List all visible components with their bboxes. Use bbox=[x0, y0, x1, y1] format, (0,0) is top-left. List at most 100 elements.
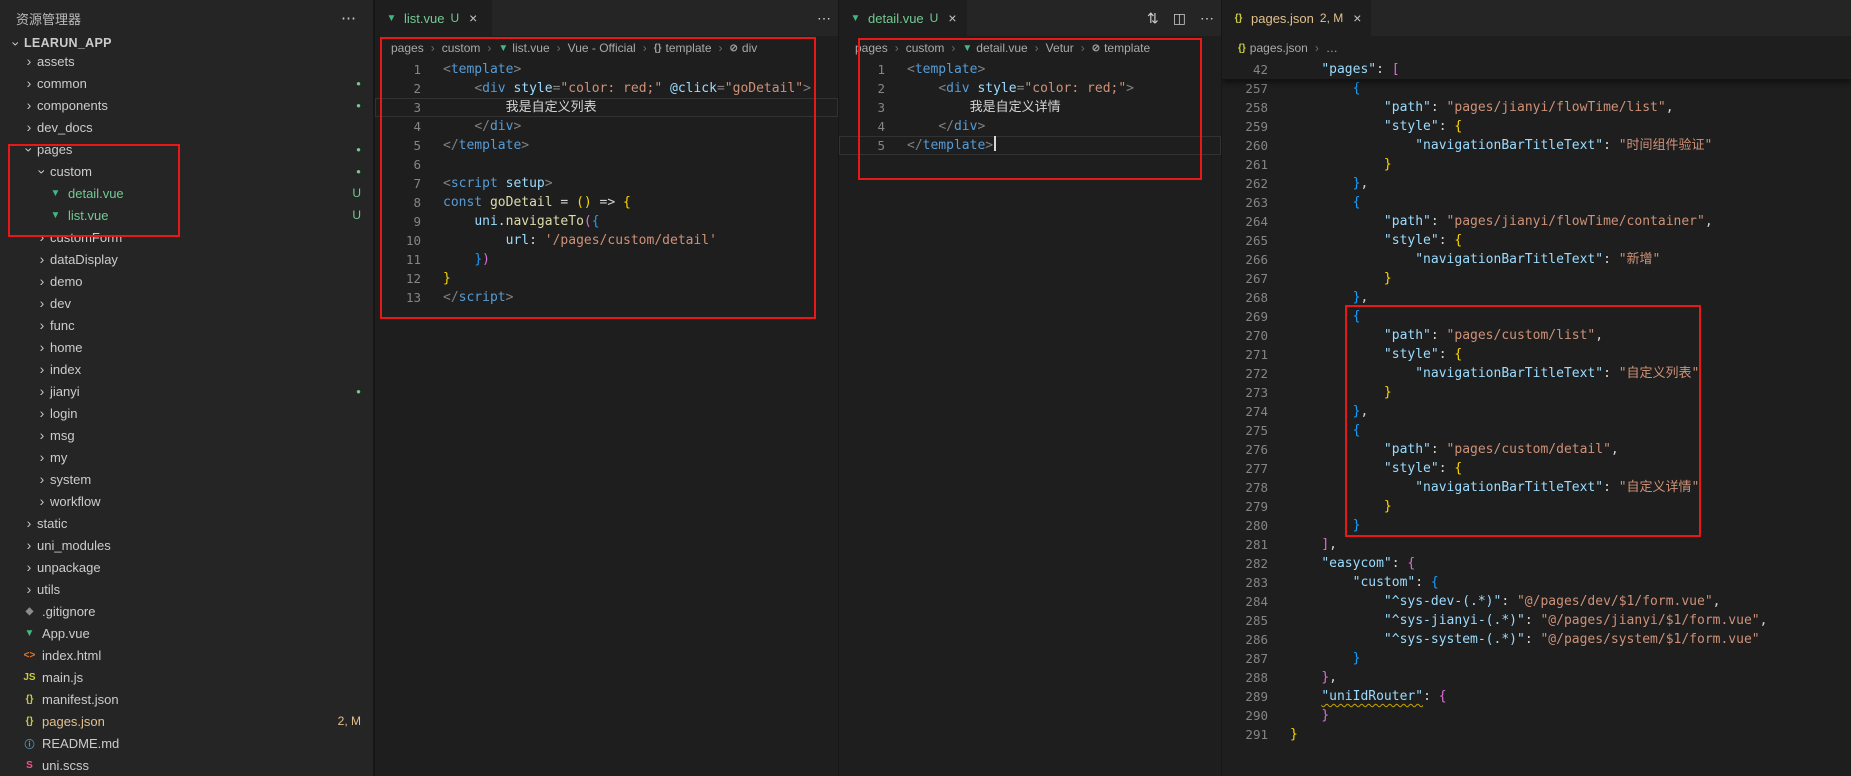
tree-item-main.js[interactable]: JSmain.js bbox=[0, 666, 373, 688]
tree-item-.gitignore[interactable]: ◆.gitignore bbox=[0, 600, 373, 622]
chevron-right-icon[interactable]: › bbox=[34, 230, 50, 244]
tree-item-manifest.json[interactable]: {}manifest.json bbox=[0, 688, 373, 710]
code-line[interactable]: 268 }, bbox=[1222, 288, 1851, 307]
breadcrumb-item[interactable]: ▼detail.vue bbox=[962, 41, 1027, 55]
code-line[interactable]: 1<template> bbox=[375, 60, 838, 79]
code-area[interactable]: 1<template>2 <div style="color: red;">3 … bbox=[839, 60, 1221, 776]
chevron-down-icon[interactable]: › bbox=[36, 164, 50, 180]
code-area[interactable]: 1<template>2 <div style="color: red;" @c… bbox=[375, 60, 838, 776]
tree-item-customform[interactable]: ›customForm bbox=[0, 226, 373, 248]
tab-close-icon[interactable]: × bbox=[948, 10, 956, 26]
tree-item-home[interactable]: ›home bbox=[0, 336, 373, 358]
tree-item-func[interactable]: ›func bbox=[0, 314, 373, 336]
code-line[interactable]: 257 { bbox=[1222, 79, 1851, 98]
chevron-right-icon[interactable]: › bbox=[34, 406, 50, 420]
code-line[interactable]: 280 } bbox=[1222, 516, 1851, 535]
breadcrumb-item[interactable]: Vetur bbox=[1046, 41, 1074, 55]
code-line[interactable]: 7<script setup> bbox=[375, 174, 838, 193]
code-line[interactable]: 266 "navigationBarTitleText": "新增" bbox=[1222, 250, 1851, 269]
tree-item-app.vue[interactable]: ▼App.vue bbox=[0, 622, 373, 644]
breadcrumb-item[interactable]: {}template bbox=[654, 41, 712, 55]
code-line[interactable]: 5</template> bbox=[839, 136, 1221, 155]
tree-item-jianyi[interactable]: ›jianyi● bbox=[0, 380, 373, 402]
tree-item-login[interactable]: ›login bbox=[0, 402, 373, 424]
code-line[interactable]: 4 </div> bbox=[839, 117, 1221, 136]
breadcrumb-item[interactable]: ⊘template bbox=[1092, 41, 1150, 55]
tree-item-static[interactable]: ›static bbox=[0, 512, 373, 534]
chevron-right-icon[interactable]: › bbox=[21, 76, 37, 90]
code-line[interactable]: 6 bbox=[375, 155, 838, 174]
code-line[interactable]: 260 "navigationBarTitleText": "时间组件验证" bbox=[1222, 136, 1851, 155]
code-line[interactable]: 272 "navigationBarTitleText": "自定义列表" bbox=[1222, 364, 1851, 383]
tree-item-dev_docs[interactable]: ›dev_docs bbox=[0, 116, 373, 138]
tree-item-assets[interactable]: ›assets bbox=[0, 50, 373, 72]
code-line[interactable]: 42 "pages": [ bbox=[1222, 60, 1851, 79]
tree-item-unpackage[interactable]: ›unpackage bbox=[0, 556, 373, 578]
more-actions-icon[interactable]: ⋯ bbox=[341, 9, 357, 27]
chevron-right-icon[interactable]: › bbox=[34, 494, 50, 508]
code-line[interactable]: 3 我是自定义详情 bbox=[839, 98, 1221, 117]
breadcrumb-item[interactable]: ⊘div bbox=[730, 41, 758, 55]
open-changes-icon[interactable]: ⇅ bbox=[1147, 10, 1159, 27]
tree-item-uni_modules[interactable]: ›uni_modules bbox=[0, 534, 373, 556]
code-line[interactable]: 274 }, bbox=[1222, 402, 1851, 421]
more-actions-icon[interactable]: ⋯ bbox=[1200, 10, 1214, 27]
code-line[interactable]: 275 { bbox=[1222, 421, 1851, 440]
tree-item-utils[interactable]: ›utils bbox=[0, 578, 373, 600]
chevron-right-icon[interactable]: › bbox=[34, 252, 50, 266]
code-line[interactable]: 258 "path": "pages/jianyi/flowTime/list"… bbox=[1222, 98, 1851, 117]
breadcrumb-item[interactable]: pages bbox=[391, 41, 424, 55]
code-line[interactable]: 265 "style": { bbox=[1222, 231, 1851, 250]
code-line[interactable]: 290 } bbox=[1222, 706, 1851, 725]
breadcrumb-item[interactable]: Vue - Official bbox=[568, 41, 636, 55]
code-line[interactable]: 285 "^sys-jianyi-(.*)": "@/pages/jianyi/… bbox=[1222, 611, 1851, 630]
tree-item-pages[interactable]: ›pages● bbox=[0, 138, 373, 160]
split-editor-icon[interactable]: ◫ bbox=[1173, 10, 1186, 27]
tree-item-workflow[interactable]: ›workflow bbox=[0, 490, 373, 512]
tree-item-uni.scss[interactable]: Suni.scss bbox=[0, 754, 373, 776]
breadcrumb-item[interactable]: custom bbox=[906, 41, 945, 55]
tree-item-components[interactable]: ›components● bbox=[0, 94, 373, 116]
code-line[interactable]: 291} bbox=[1222, 725, 1851, 744]
code-line[interactable]: 282 "easycom": { bbox=[1222, 554, 1851, 573]
code-line[interactable]: 269 { bbox=[1222, 307, 1851, 326]
chevron-right-icon[interactable]: › bbox=[34, 296, 50, 310]
chevron-right-icon[interactable]: › bbox=[21, 120, 37, 134]
tree-item-msg[interactable]: ›msg bbox=[0, 424, 373, 446]
tree-item-system[interactable]: ›system bbox=[0, 468, 373, 490]
tree-item-pages.json[interactable]: {}pages.json2, M bbox=[0, 710, 373, 732]
tab-pages.json[interactable]: {}pages.json2, M× bbox=[1222, 0, 1372, 36]
code-line[interactable]: 261 } bbox=[1222, 155, 1851, 174]
code-line[interactable]: 288 }, bbox=[1222, 668, 1851, 687]
code-line[interactable]: 287 } bbox=[1222, 649, 1851, 668]
chevron-right-icon[interactable]: › bbox=[21, 560, 37, 574]
breadcrumb-item[interactable]: ▼list.vue bbox=[498, 41, 549, 55]
chevron-down-icon[interactable]: › bbox=[23, 142, 37, 158]
tree-item-my[interactable]: ›my bbox=[0, 446, 373, 468]
code-line[interactable]: 10 url: '/pages/custom/detail' bbox=[375, 231, 838, 250]
chevron-right-icon[interactable]: › bbox=[21, 98, 37, 112]
tree-item-index.html[interactable]: <>index.html bbox=[0, 644, 373, 666]
code-line[interactable]: 278 "navigationBarTitleText": "自定义详情" bbox=[1222, 478, 1851, 497]
tree-item-dev[interactable]: ›dev bbox=[0, 292, 373, 314]
chevron-right-icon[interactable]: › bbox=[21, 516, 37, 530]
breadcrumb-item[interactable]: custom bbox=[442, 41, 481, 55]
chevron-right-icon[interactable]: › bbox=[21, 54, 37, 68]
code-area[interactable]: 42 "pages": [257 {258 "path": "pages/jia… bbox=[1222, 60, 1851, 776]
tree-item-demo[interactable]: ›demo bbox=[0, 270, 373, 292]
code-line[interactable]: 279 } bbox=[1222, 497, 1851, 516]
tree-item-index[interactable]: ›index bbox=[0, 358, 373, 380]
code-line[interactable]: 276 "path": "pages/custom/detail", bbox=[1222, 440, 1851, 459]
code-line[interactable]: 11 }) bbox=[375, 250, 838, 269]
code-line[interactable]: 8const goDetail = () => { bbox=[375, 193, 838, 212]
tab-close-icon[interactable]: × bbox=[469, 10, 477, 26]
chevron-right-icon[interactable]: › bbox=[34, 274, 50, 288]
code-line[interactable]: 1<template> bbox=[839, 60, 1221, 79]
more-actions-icon[interactable]: ⋯ bbox=[817, 10, 831, 27]
code-line[interactable]: 283 "custom": { bbox=[1222, 573, 1851, 592]
tree-item-list.vue[interactable]: ▼list.vueU bbox=[0, 204, 373, 226]
tree-item-custom[interactable]: ›custom● bbox=[0, 160, 373, 182]
chevron-right-icon[interactable]: › bbox=[34, 340, 50, 354]
chevron-right-icon[interactable]: › bbox=[34, 362, 50, 376]
code-line[interactable]: 270 "path": "pages/custom/list", bbox=[1222, 326, 1851, 345]
